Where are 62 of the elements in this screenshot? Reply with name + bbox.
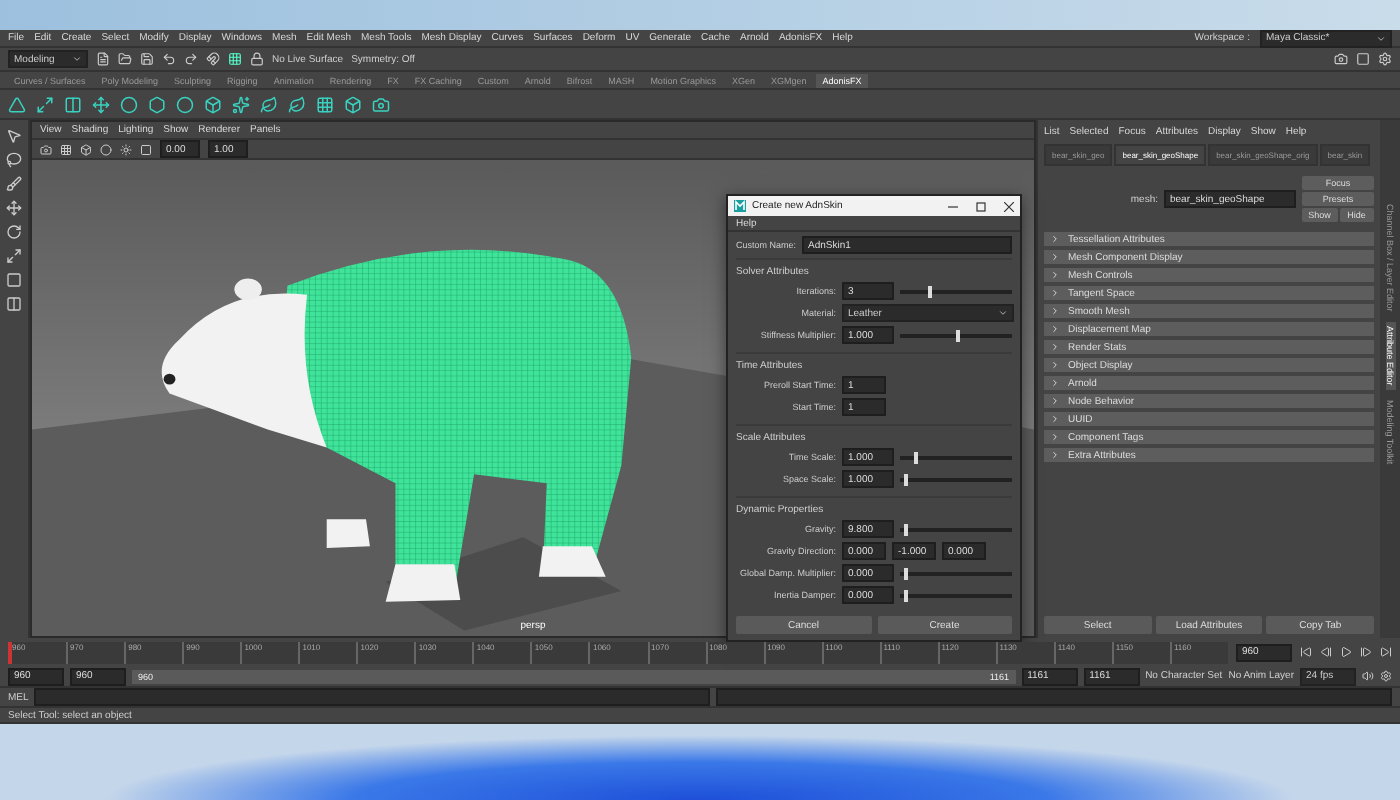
- tool-icon[interactable]: [6, 224, 22, 240]
- playback-icon[interactable]: [1380, 646, 1392, 658]
- playback-icon[interactable]: [1340, 646, 1352, 658]
- minimize-icon[interactable]: [948, 201, 958, 211]
- shelf-tool-icon[interactable]: [8, 95, 26, 113]
- shelf-tool-icon[interactable]: [92, 95, 110, 113]
- shelf-tool-icon[interactable]: [36, 95, 54, 113]
- viewport-tool-icon[interactable]: [120, 143, 132, 155]
- tool-icon[interactable]: [6, 128, 22, 144]
- viewport-tool-icon[interactable]: [60, 143, 72, 155]
- undo-icon[interactable]: [162, 52, 176, 66]
- shelf-tool-icon[interactable]: [120, 95, 138, 113]
- shelf-tool-icon[interactable]: [148, 95, 166, 113]
- playback-icon[interactable]: [1320, 646, 1332, 658]
- shelf-tool-icon[interactable]: [288, 95, 306, 113]
- lock-icon[interactable]: [250, 52, 264, 66]
- viewport-tool-icon[interactable]: [100, 143, 112, 155]
- slider-handle[interactable]: [928, 285, 932, 297]
- close-icon[interactable]: [1004, 201, 1014, 211]
- shelf-tool-icon[interactable]: [372, 95, 390, 113]
- slider-handle[interactable]: [903, 523, 908, 535]
- camera-icon[interactable]: [1334, 52, 1348, 66]
- tool-icon[interactable]: [6, 272, 22, 288]
- shelf-tool-icon[interactable]: [204, 95, 222, 113]
- grid-snap-icon[interactable]: [228, 52, 242, 66]
- maximize-icon[interactable]: [976, 201, 986, 211]
- playback-icon[interactable]: [1360, 646, 1372, 658]
- redo-icon[interactable]: [184, 52, 198, 66]
- caret-icon: [72, 54, 82, 64]
- slider-handle[interactable]: [956, 329, 960, 341]
- shelf-tool-icon[interactable]: [232, 95, 250, 113]
- tool-icon[interactable]: [6, 296, 22, 312]
- tool-icon[interactable]: [6, 200, 22, 216]
- playback-icon[interactable]: [1300, 646, 1312, 658]
- sound-icon[interactable]: [1362, 670, 1374, 682]
- viewport-tool-icon[interactable]: [80, 143, 92, 155]
- snap-icon[interactable]: [206, 52, 220, 66]
- viewport-tool-icon[interactable]: [140, 143, 152, 155]
- caret-icon: [998, 308, 1008, 318]
- tool-icon[interactable]: [6, 176, 22, 192]
- shelf-tool-icon[interactable]: [176, 95, 194, 113]
- caret-icon: [1376, 33, 1386, 43]
- current-frame-marker[interactable]: [8, 641, 12, 663]
- open-folder-icon[interactable]: [118, 52, 132, 66]
- layout-icon[interactable]: [1356, 52, 1370, 66]
- shelf-tool-icon[interactable]: [316, 95, 334, 113]
- slider-handle[interactable]: [903, 589, 908, 601]
- new-file-icon[interactable]: [96, 52, 110, 66]
- shelf-tool-icon[interactable]: [344, 95, 362, 113]
- settings-icon[interactable]: [1380, 670, 1392, 682]
- app-logo-icon: [734, 200, 746, 212]
- tool-icon[interactable]: [6, 152, 22, 168]
- slider-handle[interactable]: [913, 451, 918, 463]
- tool-icon[interactable]: [6, 248, 22, 264]
- slider-handle[interactable]: [903, 473, 908, 485]
- shelf-tool-icon[interactable]: [260, 95, 278, 113]
- command-input[interactable]: [34, 688, 711, 706]
- viewport-tool-icon[interactable]: [40, 143, 52, 155]
- settings-icon[interactable]: [1378, 52, 1392, 66]
- save-icon[interactable]: [140, 52, 154, 66]
- shelf-tool-icon[interactable]: [64, 95, 82, 113]
- slider-handle[interactable]: [903, 567, 908, 579]
